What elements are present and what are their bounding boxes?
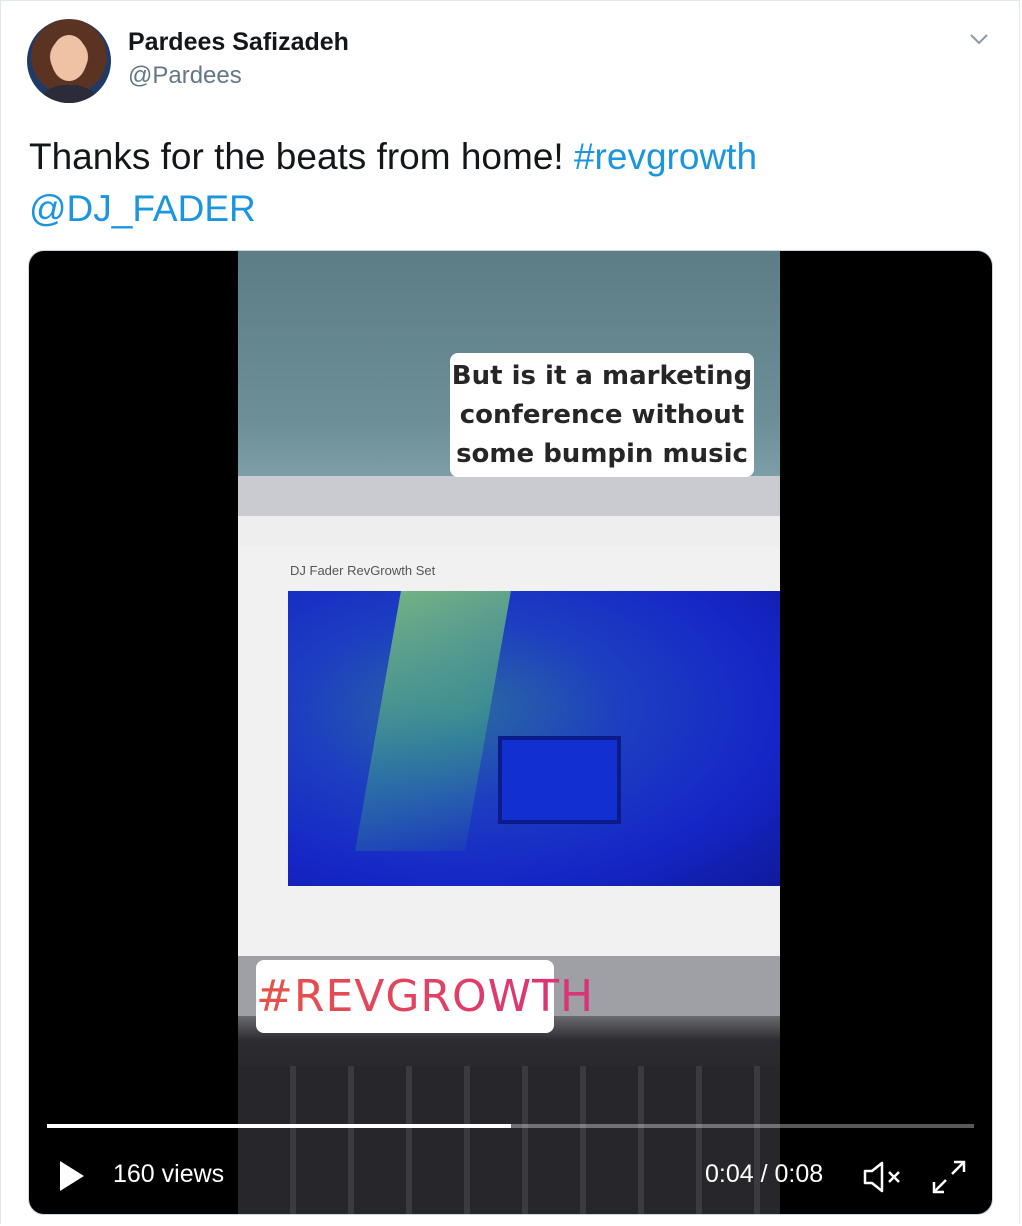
screen-page-title: DJ Fader RevGrowth Set [290, 563, 436, 578]
fullscreen-icon[interactable] [931, 1159, 967, 1195]
hashtag-sticker-text: #REVGROWTH [256, 971, 595, 1022]
avatar-shoulders [35, 85, 103, 103]
author-handle[interactable]: @Pardees [128, 62, 242, 90]
laptop-browser-tabs [238, 476, 780, 516]
hashtag-sticker: #REVGROWTH [256, 960, 593, 1033]
caption-sticker: But is it a marketing conference without… [450, 353, 754, 477]
progress-bar[interactable] [47, 1124, 974, 1128]
hashtag-link[interactable]: #revgrowth [574, 136, 757, 177]
view-count: 160 views [113, 1160, 225, 1188]
caption-line: conference without [459, 400, 745, 430]
author-name[interactable]: Pardees Safizadeh [128, 28, 349, 57]
progress-fill [47, 1124, 511, 1128]
tweet-card: Pardees Safizadeh @Pardees Thanks for th… [0, 0, 1020, 1224]
speaker-muted-icon[interactable] [862, 1159, 904, 1195]
laptop-keyboard [238, 1066, 780, 1214]
chevron-down-icon[interactable] [969, 31, 989, 47]
caption-line: some bumpin music [456, 439, 748, 469]
mention-link[interactable]: @DJ_FADER [29, 188, 256, 229]
stage-light [355, 591, 511, 851]
video-player[interactable]: DJ Fader RevGrowth Set But is it a marke… [28, 250, 993, 1215]
tweet-text: Thanks for the beats from home! #revgrow… [29, 131, 989, 235]
avatar-face [51, 35, 87, 81]
stage-monitor [498, 736, 621, 824]
dj-stage-video [288, 591, 780, 886]
time-display: 0:04 / 0:08 [705, 1160, 824, 1188]
play-icon[interactable] [58, 1159, 86, 1193]
caption-line: But is it a marketing [451, 361, 753, 391]
avatar[interactable] [27, 19, 111, 103]
tweet-body: Thanks for the beats from home! [29, 136, 574, 177]
laptop-browser-bar [238, 516, 780, 546]
